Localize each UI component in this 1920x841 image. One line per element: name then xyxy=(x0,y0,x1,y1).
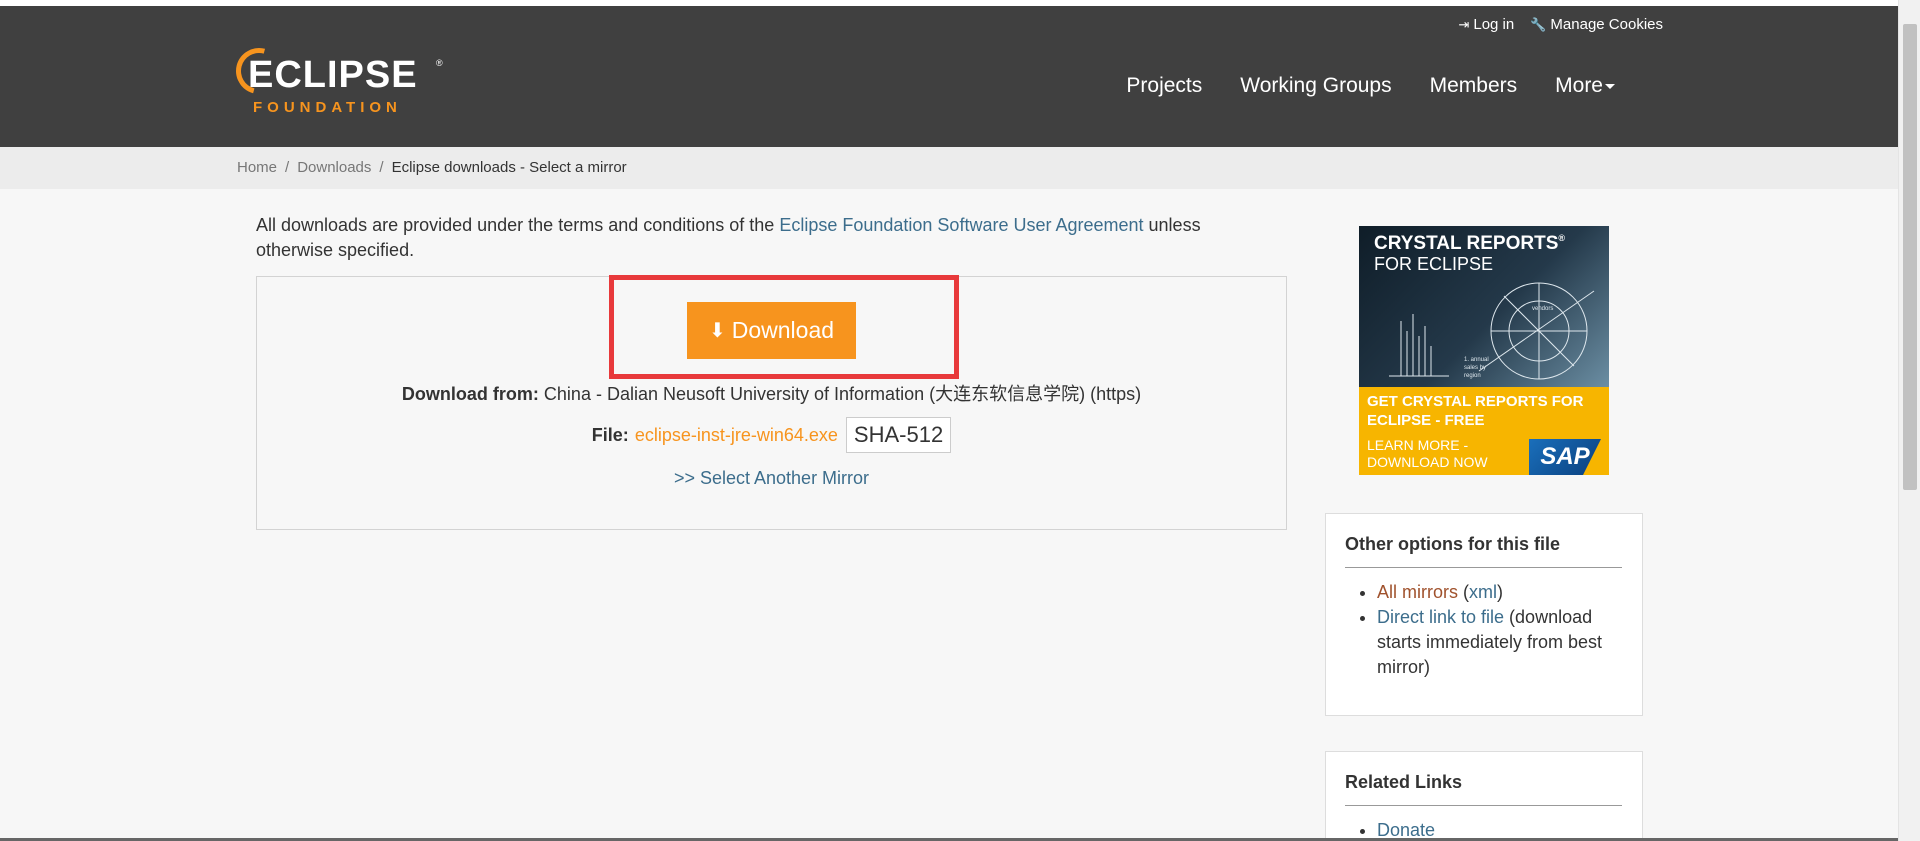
manage-cookies-label: Manage Cookies xyxy=(1550,16,1663,33)
logo-wordmark: ECLIPSE xyxy=(248,54,418,96)
ad-subtitle: FOR ECLIPSE xyxy=(1374,254,1494,274)
other-options-panel: Other options for this file All mirrors … xyxy=(1325,513,1643,716)
related-links-panel: Related Links Donate xyxy=(1325,751,1643,841)
nav-projects[interactable]: Projects xyxy=(1126,74,1202,98)
download-icon: ⬇ xyxy=(708,319,726,342)
other-options-list: All mirrors (xml) Direct link to file (d… xyxy=(1326,580,1642,680)
xml-link[interactable]: xml xyxy=(1469,582,1497,602)
nav-working-groups[interactable]: Working Groups xyxy=(1240,74,1391,98)
page-scrollbar[interactable] xyxy=(1898,0,1920,841)
direct-link-to-file[interactable]: Direct link to file xyxy=(1377,607,1504,627)
utility-nav: ⇥ Log in 🔧 Manage Cookies xyxy=(1458,16,1663,33)
download-button[interactable]: ⬇ Download xyxy=(687,302,856,359)
eclipse-foundation-logo[interactable]: ECLIPSE ® FOUNDATION xyxy=(227,39,446,121)
other-options-title: Other options for this file xyxy=(1345,534,1622,568)
download-from-label: Download from: xyxy=(401,384,539,404)
caret-down-icon xyxy=(1605,83,1615,89)
sign-in-icon: ⇥ xyxy=(1458,17,1470,32)
ad-graphic-label-4: vendors xyxy=(1532,306,1553,312)
ad-graphic-label-1: 1. annual xyxy=(1464,357,1489,363)
breadcrumb-bar: Home / Downloads / Eclipse downloads - S… xyxy=(0,147,1898,189)
ad-top-section: CRYSTAL REPORTS® FOR ECLIPSE 1. annual s… xyxy=(1359,226,1609,387)
ad-cta-line-2: ECLIPSE - FREE xyxy=(1367,412,1485,429)
ad-chart-graphic: 1. annual sales by region vendors xyxy=(1389,282,1595,380)
nav-more[interactable]: More xyxy=(1555,74,1615,98)
breadcrumb-downloads[interactable]: Downloads xyxy=(297,159,371,176)
all-mirrors-link[interactable]: All mirrors xyxy=(1377,582,1458,602)
list-item: Direct link to file (download starts imm… xyxy=(1377,605,1622,680)
scrollbar-thumb[interactable] xyxy=(1903,24,1917,490)
logo-subtitle: FOUNDATION xyxy=(253,99,402,116)
site-header: ⇥ Log in 🔧 Manage Cookies ECLIPSE ® FOUN… xyxy=(0,6,1898,147)
ad-cta-line-1: GET CRYSTAL REPORTS FOR xyxy=(1367,393,1584,410)
file-name-link[interactable]: eclipse-inst-jre-win64.exe xyxy=(635,425,838,446)
login-label: Log in xyxy=(1473,16,1515,33)
ad-title-text: CRYSTAL REPORTS xyxy=(1374,233,1559,254)
xml-open-paren: ( xyxy=(1458,582,1469,602)
sha512-button[interactable]: SHA-512 xyxy=(845,417,952,453)
nav-more-label: More xyxy=(1555,74,1603,97)
ad-learn-line-2: DOWNLOAD NOW xyxy=(1367,454,1488,470)
breadcrumb: Home / Downloads / Eclipse downloads - S… xyxy=(237,159,627,176)
logo-registered-mark: ® xyxy=(436,58,443,68)
user-agreement-link[interactable]: Eclipse Foundation Software User Agreeme… xyxy=(779,215,1143,235)
file-label: File: xyxy=(591,424,629,445)
file-line: File: eclipse-inst-jre-win64.exe SHA-512 xyxy=(256,417,1287,453)
manage-cookies-link[interactable]: 🔧 Manage Cookies xyxy=(1530,16,1663,33)
breadcrumb-separator: / xyxy=(285,159,290,176)
breadcrumb-home[interactable]: Home xyxy=(237,159,277,176)
download-from: Download from: China - Dalian Neusoft Un… xyxy=(256,380,1287,406)
wrench-icon: 🔧 xyxy=(1530,17,1547,32)
page: ⇥ Log in 🔧 Manage Cookies ECLIPSE ® FOUN… xyxy=(0,0,1920,841)
ad-title: CRYSTAL REPORTS® xyxy=(1374,233,1566,254)
login-link[interactable]: ⇥ Log in xyxy=(1458,16,1514,33)
donate-link[interactable]: Donate xyxy=(1377,820,1435,840)
download-button-label: Download xyxy=(731,317,835,343)
nav-members[interactable]: Members xyxy=(1430,74,1518,98)
ad-learn-line-1: LEARN MORE - xyxy=(1367,437,1469,453)
select-another-mirror-link[interactable]: >> Select Another Mirror xyxy=(256,468,1287,489)
crystal-reports-ad[interactable]: CRYSTAL REPORTS® FOR ECLIPSE 1. annual s… xyxy=(1359,226,1609,475)
breadcrumb-separator: / xyxy=(379,159,384,176)
ad-cta: GET CRYSTAL REPORTS FOR ECLIPSE - FREE xyxy=(1367,392,1583,430)
related-links-title: Related Links xyxy=(1345,772,1622,806)
breadcrumb-current: Eclipse downloads - Select a mirror xyxy=(391,159,627,176)
ad-graphic-label-2: sales by xyxy=(1464,365,1486,371)
sap-logo: SAP xyxy=(1529,439,1601,475)
terms-notice: All downloads are provided under the ter… xyxy=(256,213,1261,263)
list-item: All mirrors (xml) xyxy=(1377,580,1622,605)
xml-close-paren: ) xyxy=(1497,582,1503,602)
ad-title-reg: ® xyxy=(1558,233,1566,243)
download-from-value: China - Dalian Neusoft University of Inf… xyxy=(543,384,1142,404)
ad-bottom-section: GET CRYSTAL REPORTS FOR ECLIPSE - FREE L… xyxy=(1359,387,1609,475)
main-nav: Projects Working Groups Members More xyxy=(1126,74,1615,98)
ad-learn-more: LEARN MORE - DOWNLOAD NOW xyxy=(1367,437,1488,471)
ad-graphic-label-3: region xyxy=(1464,373,1481,379)
terms-prefix: All downloads are provided under the ter… xyxy=(256,215,780,235)
